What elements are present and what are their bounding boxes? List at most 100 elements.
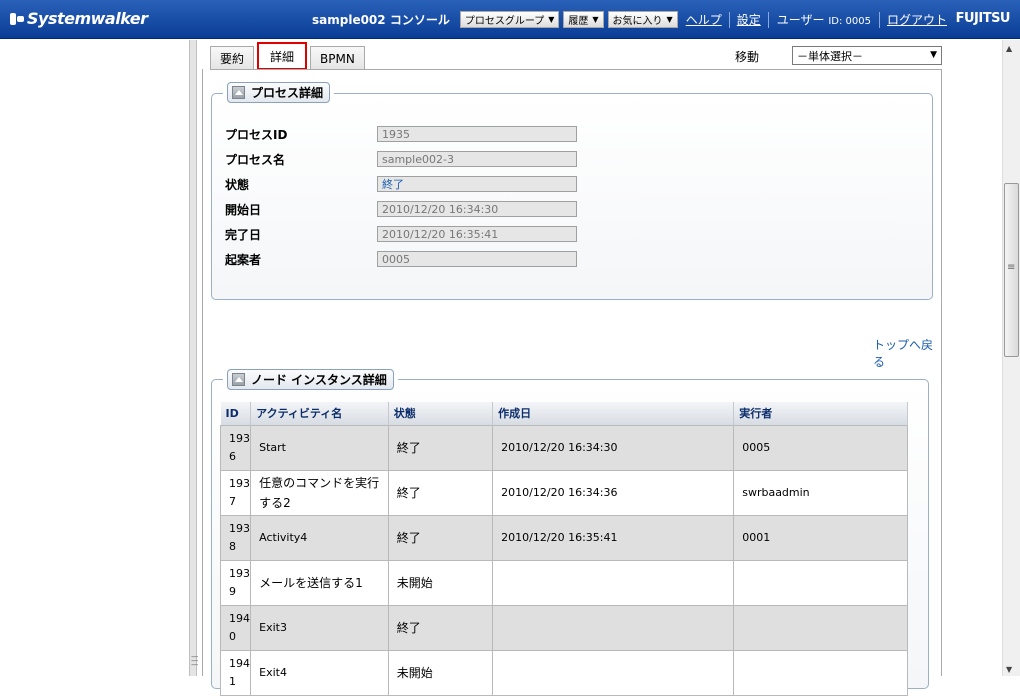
node-instance-title-text: ノード インスタンス詳細 — [251, 373, 387, 387]
activity-name-cell: Activity4 — [250, 514, 389, 561]
table-header-row: ID アクティビティ名 状態 作成日 実行者 — [220, 402, 908, 425]
user-label: ユーザー — [776, 13, 825, 27]
table-row[interactable]: 193 7 任意のコマンドを実行する2 終了 2010/12/20 16:34:3… — [219, 469, 908, 516]
process-group-menu-label: プロセスグループ — [464, 16, 545, 27]
state-cell: 終了 — [387, 514, 494, 561]
node-id-part: 193 — [229, 566, 250, 580]
column-header-id[interactable]: ID — [220, 402, 252, 425]
vertical-scrollbar[interactable]: ▲ ▼ — [1002, 40, 1020, 676]
user-id: ID: 0005 — [828, 16, 871, 27]
initiator-value: 0005 — [377, 251, 577, 267]
systemwalker-logo-icon — [10, 12, 24, 26]
node-instance-header: ノード インスタンス詳細 — [223, 369, 398, 390]
table-row[interactable]: 193 8 Activity4 終了 2010/12/20 16:35:41 00… — [219, 514, 908, 561]
column-header-activity[interactable]: アクティビティ名 — [250, 402, 389, 425]
collapse-up-icon[interactable] — [232, 86, 245, 99]
state-cell: 未開始 — [387, 559, 494, 606]
systemwalker-logo: Systemwalker — [10, 9, 148, 28]
help-link[interactable]: ヘルプ — [686, 11, 722, 28]
end-date-row: 完了日 2010/12/20 16:35:41 — [225, 223, 577, 245]
process-detail-header: プロセス詳細 — [223, 82, 335, 103]
favorites-menu-label: お気に入り — [612, 16, 663, 27]
history-menu-label: 履歴 — [568, 16, 589, 27]
tab-summary[interactable]: 要約 — [210, 46, 255, 70]
node-id-cell: 193 9 — [219, 559, 252, 606]
chevron-down-icon: ▼ — [666, 15, 673, 24]
settings-link[interactable]: 設定 — [737, 11, 761, 28]
state-cell: 終了 — [387, 424, 494, 471]
table-row[interactable]: 194 1 Exit4 未開始 — [219, 649, 908, 696]
process-name-label: プロセス名 — [225, 152, 286, 167]
activity-name-cell: Start — [250, 424, 389, 471]
start-date-row: 開始日 2010/12/20 16:34:30 — [225, 198, 577, 220]
executor-cell: 0005 — [733, 424, 908, 471]
process-detail-title-text: プロセス詳細 — [251, 86, 324, 100]
node-instance-table: ID アクティビティ名 状態 作成日 実行者 193 6 Start 終了 201… — [219, 402, 908, 696]
pane-splitter[interactable]: — — — — [190, 40, 199, 676]
node-instance-title[interactable]: ノード インスタンス詳細 — [227, 369, 394, 390]
node-id-part: 194 — [229, 611, 250, 625]
activity-name-cell: メールを送信する1 — [250, 559, 389, 606]
process-name-value: sample002-3 — [377, 151, 577, 167]
executor-cell — [733, 649, 908, 696]
scroll-down-arrow-icon[interactable]: ▼ — [1006, 665, 1012, 674]
main-content: 要約 詳細 BPMN 移動 －単体選択－ ▼ プロセス詳細 プロセスID 1935… — [198, 40, 1002, 696]
column-header-created[interactable]: 作成日 — [492, 402, 735, 425]
back-to-top-link[interactable]: トップへ戻る — [873, 336, 941, 370]
detail-frame: プロセス詳細 プロセスID 1935 プロセス名 sample002-3 状態 終了 … — [202, 69, 942, 696]
tab-bpmn[interactable]: BPMN — [310, 46, 365, 70]
activity-name-cell: Exit3 — [250, 604, 389, 651]
state-cell: 終了 — [387, 604, 494, 651]
node-id-cell: 194 1 — [219, 649, 252, 696]
favorites-menu[interactable]: お気に入り ▼ — [607, 11, 678, 28]
collapse-up-icon[interactable] — [232, 373, 245, 386]
column-header-state[interactable]: 状態 — [388, 402, 494, 425]
process-id-row: プロセスID 1935 — [225, 123, 577, 145]
logout-link[interactable]: ログアウト — [887, 11, 947, 28]
user-info: ユーザー ID: 0005 — [777, 11, 871, 28]
table-row[interactable]: 193 6 Start 終了 2010/12/20 16:34:30 0005 — [219, 424, 908, 471]
tab-detail[interactable]: 詳細 — [257, 42, 308, 70]
header-toolbar: sample002 コンソール プロセスグループ ▼ 履歴 ▼ お気に入り ▼ ヘルプ… — [312, 0, 951, 39]
node-id-cell: 193 7 — [219, 469, 252, 516]
node-id-part: 0 — [229, 629, 236, 643]
header-divider — [728, 11, 730, 28]
chevron-down-icon: ▼ — [930, 50, 937, 60]
process-group-menu[interactable]: プロセスグループ ▼ — [459, 11, 560, 28]
column-header-executor[interactable]: 実行者 — [733, 402, 908, 425]
created-date-cell: 2010/12/20 16:34:36 — [492, 469, 735, 516]
state-cell: 終了 — [387, 469, 494, 516]
process-name-row: プロセス名 sample002-3 — [225, 148, 577, 170]
node-id-cell: 193 6 — [219, 424, 252, 471]
initiator-label: 起案者 — [225, 252, 262, 267]
left-pane — [0, 40, 190, 676]
move-select[interactable]: －単体選択－ ▼ — [792, 46, 942, 65]
history-menu[interactable]: 履歴 ▼ — [563, 11, 604, 28]
node-id-part: 7 — [229, 494, 236, 508]
initiator-row: 起案者 0005 — [225, 248, 577, 270]
splitter-grip-icon[interactable]: — — — — [191, 653, 199, 669]
scroll-up-arrow-icon[interactable]: ▲ — [1006, 44, 1012, 53]
created-date-cell: 2010/12/20 16:34:30 — [492, 424, 735, 471]
created-date-cell — [492, 559, 735, 606]
table-row[interactable]: 194 0 Exit3 終了 — [219, 604, 908, 651]
executor-cell: 0001 — [733, 514, 908, 561]
process-detail-title[interactable]: プロセス詳細 — [227, 82, 331, 103]
table-row[interactable]: 193 9 メールを送信する1 未開始 — [219, 559, 908, 606]
created-date-cell — [492, 649, 735, 696]
node-id-cell: 194 0 — [219, 604, 252, 651]
node-id-part: 8 — [229, 539, 236, 553]
process-state-label: 状態 — [225, 177, 250, 192]
process-state-value[interactable]: 終了 — [377, 176, 577, 192]
move-select-value: －単体選択－ — [797, 49, 863, 63]
activity-name-cell: 任意のコマンドを実行する2 — [250, 469, 389, 516]
node-id-part: 9 — [229, 584, 236, 598]
move-label: 移動 — [735, 50, 760, 64]
node-id-part: 193 — [229, 476, 250, 490]
fujitsu-logo: FUJITSU — [955, 11, 1011, 26]
app-header: Systemwalker sample002 コンソール プロセスグループ ▼ 履… — [0, 0, 1020, 39]
process-id-label: プロセスID — [225, 127, 288, 142]
state-cell: 未開始 — [387, 649, 494, 696]
scrollbar-thumb[interactable] — [1004, 183, 1019, 357]
activity-name-cell: Exit4 — [250, 649, 389, 696]
